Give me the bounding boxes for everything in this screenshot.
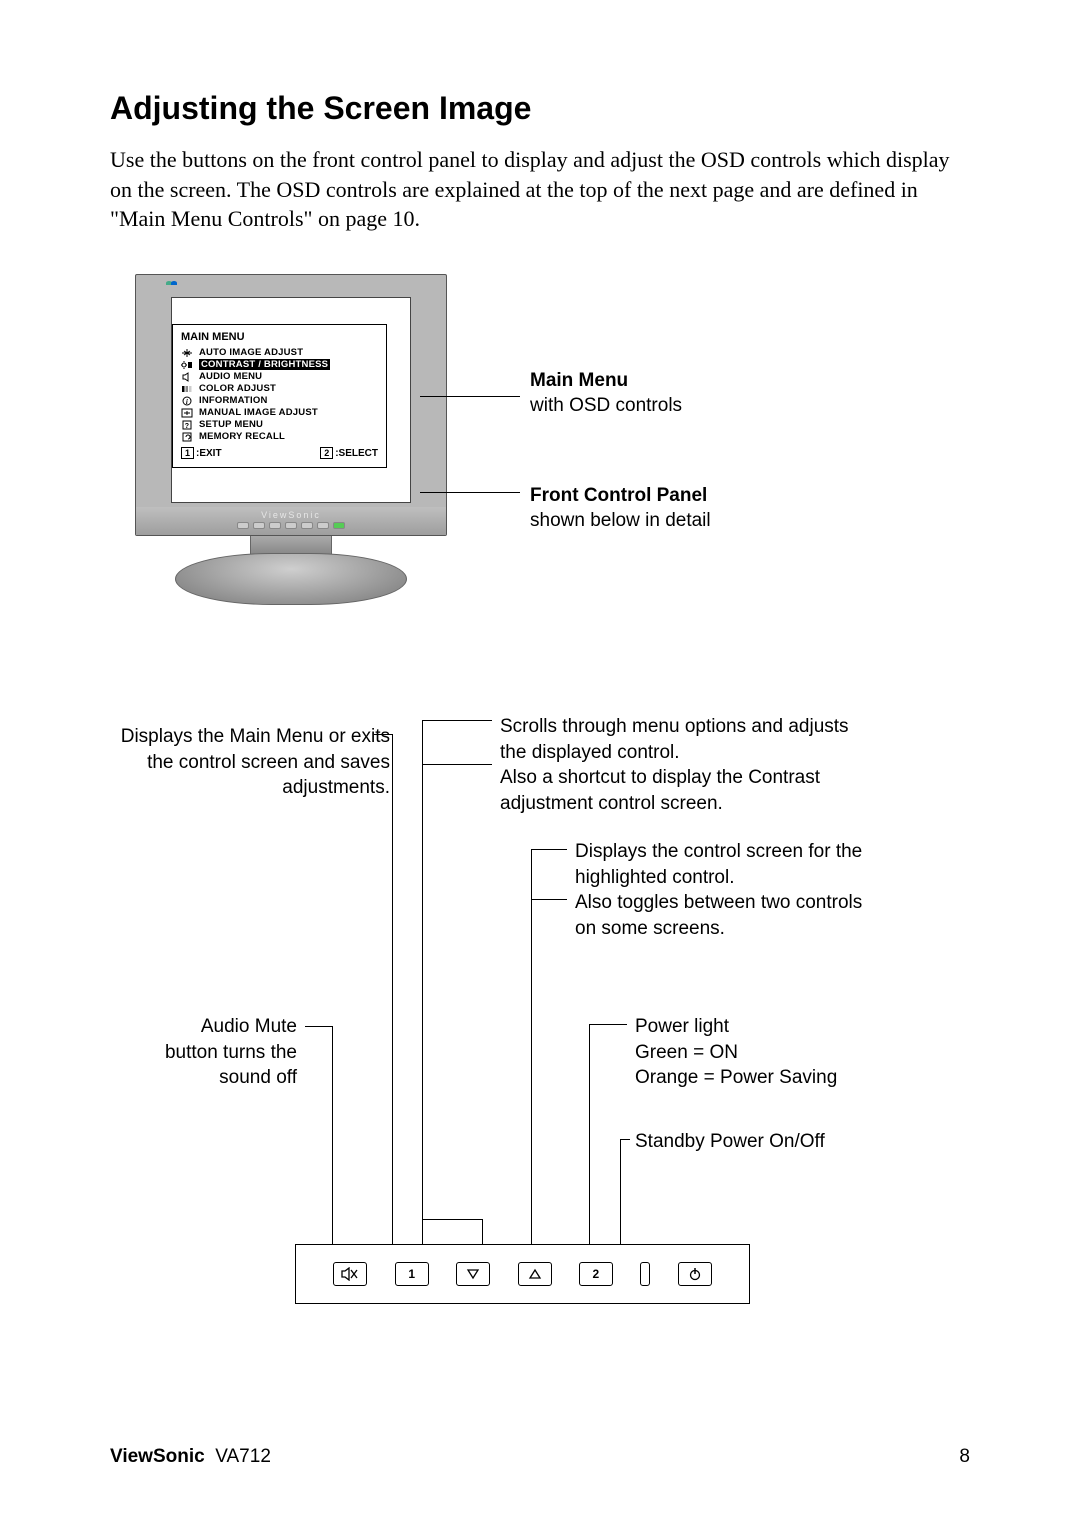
- osd-item: INFORMATION: [199, 395, 268, 406]
- osd-item: MEMORY RECALL: [199, 431, 285, 442]
- leader-line: [482, 1219, 483, 1244]
- osd-exit-hint: 1:EXIT: [181, 448, 222, 459]
- leader-line: [305, 1026, 332, 1027]
- callout-arrows: Scrolls through menu options and adjusts…: [500, 714, 870, 817]
- callout-power-light: Power light Green = ON Orange = Power Sa…: [635, 1014, 885, 1091]
- leader-line: [531, 899, 567, 900]
- leader-line: [420, 492, 520, 493]
- leader-line: [422, 720, 423, 1244]
- button-2[interactable]: 2: [579, 1262, 613, 1286]
- monitor-bezel: ViewSonic: [136, 507, 446, 535]
- leader-line: [589, 1024, 627, 1025]
- manual-adjust-icon: [181, 408, 193, 418]
- leader-line: [531, 849, 567, 850]
- leader-line: [392, 734, 393, 1244]
- power-button[interactable]: [678, 1262, 712, 1286]
- bezel-buttons: [136, 522, 446, 529]
- leader-line: [422, 1219, 482, 1220]
- osd-main-menu: MAIN MENU AUTO IMAGE ADJUST CONTRAST / B…: [172, 324, 387, 468]
- auto-adjust-icon: [181, 348, 193, 358]
- leader-line: [422, 720, 492, 721]
- callout-button-2: Displays the control screen for the high…: [575, 839, 865, 942]
- down-button[interactable]: [456, 1262, 490, 1286]
- callout-button-1: Displays the Main Menu or exits the cont…: [110, 724, 390, 801]
- power-icon: [688, 1267, 702, 1281]
- leader-line: [589, 1024, 590, 1244]
- mute-icon: [341, 1267, 359, 1281]
- front-panel-diagram: 1 2: [295, 1244, 750, 1304]
- osd-item: SETUP MENU: [199, 419, 263, 430]
- audio-icon: [181, 372, 193, 382]
- figure-front-panel: Displays the Main Menu or exits the cont…: [110, 714, 970, 1304]
- monitor-base: [175, 553, 407, 605]
- recall-icon: [181, 432, 193, 442]
- svg-text:?: ?: [185, 423, 189, 430]
- power-led: [640, 1262, 650, 1286]
- callout-front-panel: Front Control Panel shown below in detai…: [530, 484, 711, 533]
- osd-item-selected: CONTRAST / BRIGHTNESS: [199, 359, 330, 370]
- leader-line: [620, 1139, 621, 1244]
- callout-standby: Standby Power On/Off: [635, 1129, 835, 1155]
- triangle-down-icon: [466, 1268, 480, 1280]
- intro-paragraph: Use the buttons on the front control pan…: [110, 145, 970, 234]
- page-number: 8: [959, 1446, 970, 1468]
- leader-line: [374, 734, 392, 735]
- mute-button[interactable]: [333, 1262, 367, 1286]
- osd-item: COLOR ADJUST: [199, 383, 276, 394]
- page-heading: Adjusting the Screen Image: [110, 90, 970, 127]
- triangle-up-icon: [528, 1268, 542, 1280]
- osd-title: MAIN MENU: [181, 331, 378, 343]
- leader-line: [531, 849, 532, 1244]
- osd-item: MANUAL IMAGE ADJUST: [199, 407, 318, 418]
- osd-item: AUDIO MENU: [199, 371, 262, 382]
- leader-line: [422, 764, 492, 765]
- leader-line: [332, 1026, 333, 1244]
- monitor-brand-text: ViewSonic: [136, 507, 446, 520]
- page-footer: ViewSonic VA712 8: [110, 1446, 970, 1468]
- osd-select-hint: 2:SELECT: [320, 448, 378, 459]
- up-button[interactable]: [518, 1262, 552, 1286]
- brightness-icon: [181, 360, 193, 370]
- osd-item: AUTO IMAGE ADJUST: [199, 347, 303, 358]
- svg-text:i: i: [186, 398, 188, 406]
- viewsonic-logo-icon: [166, 281, 180, 293]
- leader-line: [620, 1139, 630, 1140]
- callout-main-menu: Main Menu with OSD controls: [530, 369, 682, 418]
- button-1[interactable]: 1: [395, 1262, 429, 1286]
- callout-mute: Audio Mute button turns the sound off: [152, 1014, 297, 1091]
- leader-line: [420, 396, 520, 397]
- info-icon: i: [181, 396, 193, 406]
- setup-icon: ?: [181, 420, 193, 430]
- color-icon: [181, 384, 193, 394]
- figure-monitor: ViewSonic MAIN MENU AUTO IMAGE ADJUST CO…: [110, 274, 970, 674]
